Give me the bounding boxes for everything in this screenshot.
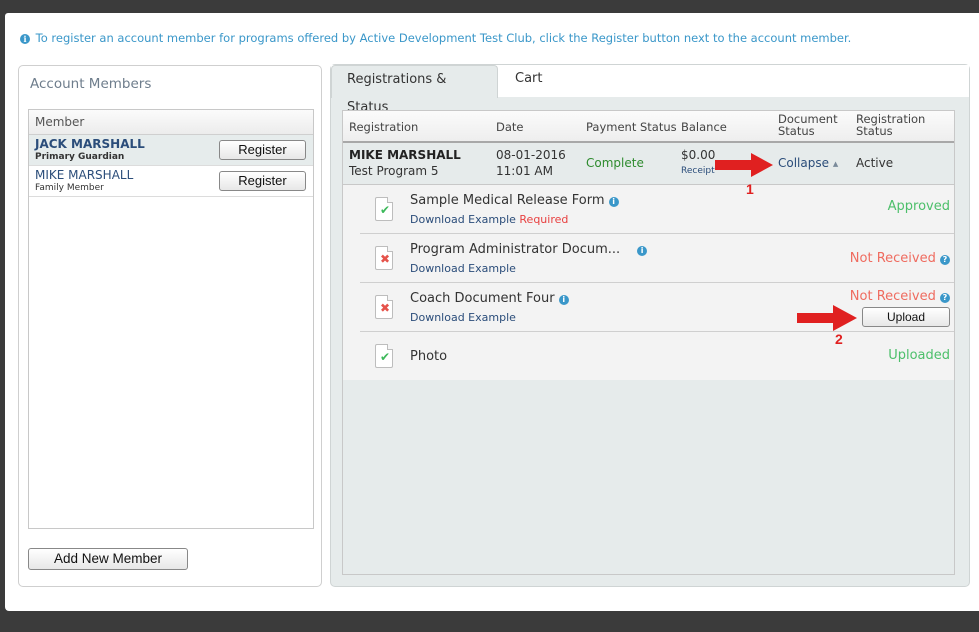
tab-cart[interactable]: Cart [500,65,558,97]
document-title: Sample Medical Release Form i [410,193,619,208]
registration-row: MIKE MARSHALL Test Program 5 08-01-2016 … [343,143,954,185]
col-date: Date [496,120,524,134]
document-title-text: Coach Document Four [410,291,555,306]
help-icon[interactable]: ? [940,293,950,303]
info-icon[interactable]: i [558,295,569,305]
document-status-text: Not Received [849,289,936,304]
document-title: Program Administrator Docum... i [410,242,648,257]
col-document-status: Document Status [778,113,838,137]
document-x-icon: ✖ [375,246,393,270]
annotation-arrow-1 [715,153,773,177]
registration-date: 08-01-2016 [496,148,566,162]
member-name: JACK MARSHALL [35,137,145,151]
member-role: Primary Guardian [35,152,125,162]
col-registration-status-line2: Status [856,124,893,138]
member-name: MIKE MARSHALL [35,168,134,182]
document-links: Download Example Required [410,213,568,226]
add-new-member-button[interactable]: Add New Member [28,548,188,570]
document-row: ✔ Sample Medical Release Form i Download… [360,185,954,234]
info-icon[interactable]: i [637,246,648,256]
registration-time: 11:01 AM [496,164,553,178]
document-title-text: Sample Medical Release Form [410,193,605,208]
balance-value: $0.00 [681,148,716,162]
required-label: Required [519,213,569,226]
document-row: ✖ Coach Document Four i Download Example… [360,283,954,332]
document-status: Not Received ? [850,251,950,266]
caret-up-icon: ▲ [832,160,839,168]
account-members-panel: Account Members Member JACK MARSHALL Pri… [18,65,322,587]
download-example-link[interactable]: Download Example [410,213,516,226]
payment-status: Complete [586,156,644,170]
registration-status: Active [856,156,894,170]
document-check-icon: ✔ [375,197,393,221]
col-document-status-line2: Status [778,124,815,138]
member-column-header: Member [29,110,313,135]
member-row[interactable]: MIKE MARSHALL Family Member Register [29,166,313,197]
document-title: Photo [410,349,448,364]
document-list: ✔ Sample Medical Release Form i Download… [343,185,954,380]
document-row: ✖ Program Administrator Docum... i Downlo… [360,234,954,283]
document-status: Uploaded [888,348,950,363]
col-balance: Balance [681,120,727,134]
document-status: Not Received ? [850,289,950,304]
download-example-link[interactable]: Download Example [410,311,516,324]
tab-strip: Registrations & Status Cart [331,65,969,115]
document-check-icon: ✔ [375,344,393,368]
info-message: i To register an account member for prog… [20,31,851,45]
col-registration: Registration [349,120,419,134]
receipt-link[interactable]: Receipt [681,166,715,176]
document-status-text: Not Received [849,251,936,266]
col-payment-status: Payment Status [586,120,677,134]
col-registration-status: Registration Status [856,113,925,137]
upload-button[interactable]: Upload [862,307,950,327]
member-list: Member JACK MARSHALL Primary Guardian Re… [28,109,314,529]
help-icon[interactable]: ? [940,255,950,265]
register-button[interactable]: Register [219,171,306,191]
registrations-table: Registration Date Payment Status Balance… [342,110,955,575]
annotation-arrow-2 [797,305,857,331]
table-header: Registration Date Payment Status Balance… [343,111,954,143]
account-members-title: Account Members [30,76,152,92]
info-icon[interactable]: i [608,197,619,207]
annotation-number-1: 1 [746,181,754,197]
document-title: Coach Document Four i [410,291,569,306]
registration-modal: i To register an account member for prog… [5,13,979,611]
document-x-icon: ✖ [375,295,393,319]
tab-registrations-status[interactable]: Registrations & Status [331,65,498,115]
document-row: ✔ Photo Uploaded [360,332,954,380]
registrations-panel: Registrations & Status Cart Registration… [330,64,970,587]
collapse-link[interactable]: Collapse ▲ [778,156,838,170]
member-role: Family Member [35,183,104,193]
member-row[interactable]: JACK MARSHALL Primary Guardian Register [29,135,313,166]
download-example-link[interactable]: Download Example [410,262,516,275]
register-button[interactable]: Register [219,140,306,160]
document-title-text: Program Administrator Docum... [410,242,621,257]
collapse-label: Collapse [778,156,829,170]
info-icon: i [20,34,30,44]
document-status: Approved [887,199,950,214]
annotation-number-2: 2 [835,331,843,347]
info-text: To register an account member for progra… [35,31,852,45]
registration-program: Test Program 5 [349,164,439,178]
registration-member: MIKE MARSHALL [349,148,461,162]
